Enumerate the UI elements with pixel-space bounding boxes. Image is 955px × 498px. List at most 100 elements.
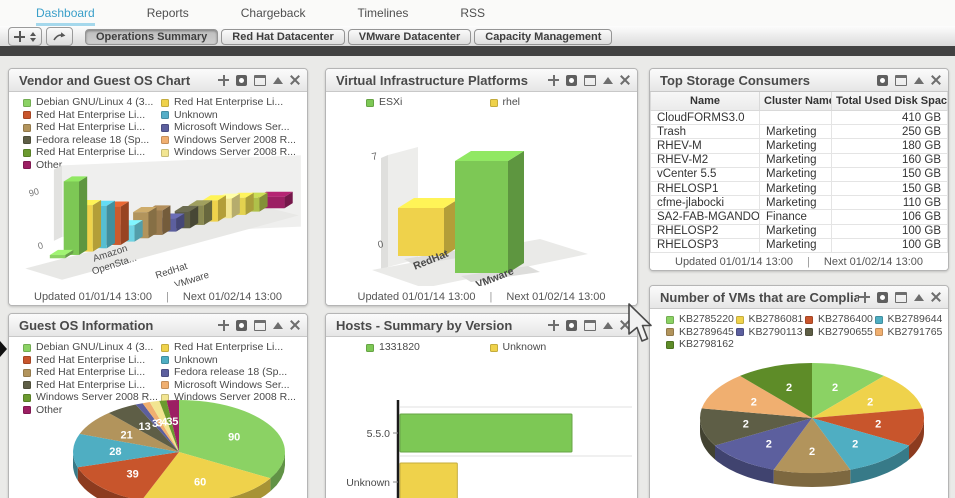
legend-item: Unknown <box>161 110 299 122</box>
table-row[interactable]: vCenter 5.5 Marketing 150 GB <box>650 166 948 182</box>
legend-swatch-icon <box>489 98 498 107</box>
table-cell: 110 GB <box>831 195 948 211</box>
table-row[interactable]: SA2-FAB-MGANDOLFFinance106 GB <box>650 209 948 225</box>
zoom-icon[interactable] <box>236 319 247 331</box>
zoom-icon[interactable] <box>877 74 888 86</box>
chart-legend: KB2785220 KB2786081 KB2786400 KB2789644 KB27… <box>650 309 948 353</box>
plus-icon[interactable] <box>548 74 559 86</box>
table-cell: Marketing <box>759 152 832 168</box>
legend-label: Red Hat Enterprise Li... <box>36 367 146 378</box>
vendor-os-3d-bar-chart[interactable]: 900 AmazonOpenSta... RedHatVMware <box>9 153 307 286</box>
table-row[interactable]: RHELOSP1 Marketing 150 GB <box>650 180 948 197</box>
table-header-cell[interactable]: Name <box>650 92 760 111</box>
close-icon[interactable] <box>620 320 630 330</box>
legend-swatch-icon <box>161 123 169 132</box>
widget-titlebar[interactable]: Number of VMs that are Compliance to Sev <box>650 286 948 309</box>
y-axis-label: 5.5.0 <box>367 428 391 440</box>
table-row[interactable]: RHEV-M2 Marketing 160 GB <box>650 152 948 168</box>
table-header-cell[interactable]: Cluster Name <box>759 92 832 111</box>
close-icon[interactable] <box>290 75 300 85</box>
add-widget-button[interactable] <box>8 27 42 46</box>
legend-swatch-icon <box>805 328 813 337</box>
zoom-icon[interactable] <box>566 74 577 86</box>
zoom-icon[interactable] <box>236 74 247 86</box>
nav-item-dashboard[interactable]: Dashboard <box>36 0 95 26</box>
legend-label: Debian GNU/Linux 4 (3... <box>36 97 154 108</box>
legend-swatch-icon <box>874 328 883 337</box>
close-icon[interactable] <box>931 292 941 302</box>
collapse-icon[interactable] <box>914 76 924 84</box>
bar[interactable] <box>399 462 458 498</box>
zoom-icon[interactable] <box>877 291 888 303</box>
nav-item-rss[interactable]: RSS <box>460 0 485 26</box>
plus-icon <box>14 31 25 42</box>
bar[interactable] <box>399 413 573 453</box>
close-icon[interactable] <box>931 75 941 85</box>
widget-title: Virtual Infrastructure Platforms <box>336 72 528 88</box>
maximize-icon[interactable] <box>584 319 596 331</box>
widget-titlebar[interactable]: Hosts - Summary by Version <box>326 314 637 337</box>
bar[interactable] <box>398 208 444 256</box>
tab-vmware-datacenter[interactable]: VMware Datacenter <box>347 28 472 45</box>
hosts-horizontal-bar-chart[interactable]: 5.5.0 Unknown <box>326 394 637 498</box>
legend-item: rhel <box>489 97 614 109</box>
table-row[interactable]: RHELOSP2 Marketing 100 GB <box>650 223 948 239</box>
legend-swatch-icon <box>23 343 31 352</box>
table-row[interactable]: Trash Marketing 250 GB <box>650 124 948 140</box>
table-row[interactable]: cfme-jlabocki Marketing 110 GB <box>650 195 948 211</box>
table-cell: Finance <box>759 209 832 225</box>
collapse-icon[interactable] <box>603 76 613 84</box>
compliance-3d-pie-chart[interactable]: 222222222 <box>650 356 948 498</box>
table-row[interactable]: CloudFORMS3.0 410 GB <box>650 109 948 126</box>
table-cell: 160 GB <box>831 152 948 168</box>
nav-item-timelines[interactable]: Timelines <box>357 0 408 26</box>
widget-titlebar[interactable]: Virtual Infrastructure Platforms <box>326 69 637 92</box>
plus-icon[interactable] <box>548 319 559 331</box>
maximize-icon[interactable] <box>254 74 266 86</box>
nav-item-reports[interactable]: Reports <box>147 0 189 26</box>
table-cell: 250 GB <box>831 124 948 140</box>
zoom-icon[interactable] <box>566 319 577 331</box>
legend-label: Fedora release 18 (Sp... <box>36 134 150 146</box>
table-cell: Trash <box>650 124 760 140</box>
table-cell: Marketing <box>759 124 832 140</box>
bar[interactable] <box>63 181 80 255</box>
legend-swatch-icon <box>161 368 169 377</box>
bar[interactable] <box>455 161 508 273</box>
plus-icon[interactable] <box>218 319 229 331</box>
bar[interactable] <box>49 255 66 259</box>
maximize-icon[interactable] <box>584 74 596 86</box>
table-row[interactable]: RHEV-M Marketing 180 GB <box>650 138 948 154</box>
widget-titlebar[interactable]: Vendor and Guest OS Chart <box>9 69 307 92</box>
collapse-icon[interactable] <box>273 321 283 329</box>
collapse-icon[interactable] <box>273 76 283 84</box>
guest-os-3d-pie-chart[interactable]: 906039282113 3343 5 <box>9 394 307 498</box>
legend-swatch-icon <box>666 328 674 337</box>
widget-titlebar[interactable]: Top Storage Consumers <box>650 69 948 92</box>
table-row[interactable]: RHELOSP3 Marketing 100 GB <box>650 237 948 253</box>
tab-capacity-management[interactable]: Capacity Management <box>474 28 613 45</box>
widget-footer: Updated 01/01/14 13:00 | Next 01/02/14 1… <box>326 288 637 305</box>
updated-timestamp: Updated 01/01/14 13:00 <box>357 290 476 303</box>
maximize-icon[interactable] <box>254 319 266 331</box>
maximize-icon[interactable] <box>895 74 907 86</box>
platforms-3d-column-chart[interactable]: 70RedHatVMware <box>326 111 637 286</box>
maximize-icon[interactable] <box>895 291 907 303</box>
bar-side <box>162 205 171 235</box>
legend-item: Windows Server 2008 R... <box>161 135 299 147</box>
plus-icon[interactable] <box>218 74 229 86</box>
collapse-icon[interactable] <box>603 321 613 329</box>
close-icon[interactable] <box>290 320 300 330</box>
updated-timestamp: Updated 01/01/14 13:00 <box>34 290 153 303</box>
nav-item-chargeback[interactable]: Chargeback <box>241 0 306 26</box>
legend-swatch-icon <box>23 368 31 377</box>
legend-swatch-icon <box>874 315 883 324</box>
close-icon[interactable] <box>620 75 630 85</box>
widget-titlebar[interactable]: Guest OS Information <box>9 314 307 337</box>
tab-operations-summary[interactable]: Operations Summary <box>85 28 219 45</box>
reset-dashboard-button[interactable] <box>46 27 73 46</box>
plus-icon[interactable] <box>859 291 870 303</box>
tab-red-hat-datacenter[interactable]: Red Hat Datacenter <box>221 28 345 45</box>
table-header-cell[interactable]: Total Used Disk Space <box>831 92 948 111</box>
collapse-icon[interactable] <box>914 293 924 301</box>
